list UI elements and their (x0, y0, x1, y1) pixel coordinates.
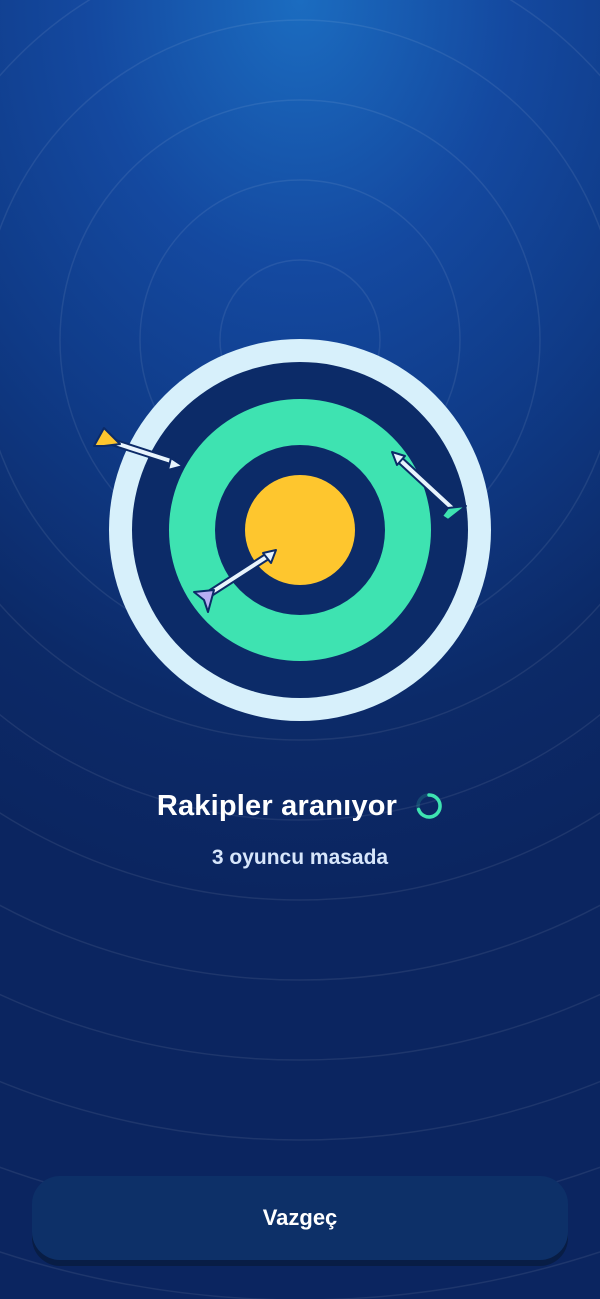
spinner-icon (416, 793, 442, 819)
searching-title: Rakipler aranıyor (156, 789, 398, 822)
status-row: Rakipler aranıyor (0, 780, 600, 832)
target-bullseye (245, 475, 355, 585)
player-count-text: 3 oyuncu masada (211, 846, 389, 869)
cancel-button[interactable]: Vazgeç (32, 1176, 568, 1260)
cancel-button-label: Vazgeç (262, 1205, 338, 1230)
target-icon (93, 339, 491, 721)
